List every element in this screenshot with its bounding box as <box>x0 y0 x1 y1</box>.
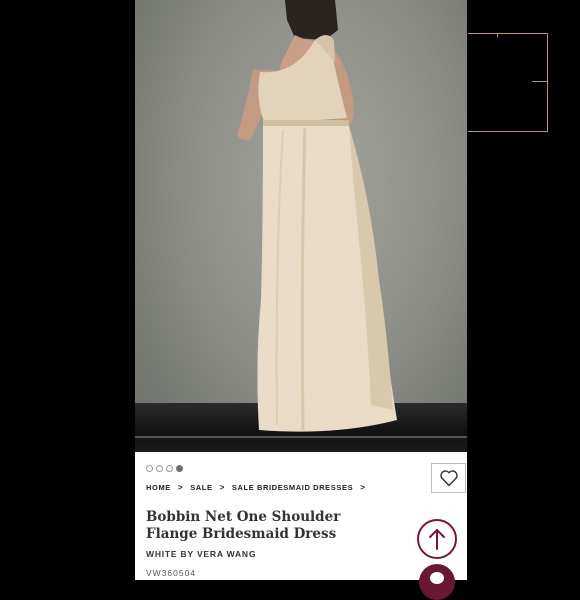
model-in-dress-image <box>237 0 397 432</box>
favorite-button[interactable] <box>431 463 466 493</box>
heart-outline-icon <box>439 470 458 487</box>
product-brand[interactable]: WHITE BY VERA WANG <box>146 549 256 559</box>
carousel-dot[interactable] <box>176 465 183 472</box>
gold-frame-decoration <box>468 33 548 132</box>
breadcrumb-separator: > <box>177 483 184 492</box>
breadcrumb-home[interactable]: HOME <box>146 483 171 492</box>
frame-line <box>468 33 547 34</box>
product-title: Bobbin Net One Shoulder Flange Bridesmai… <box>146 509 341 542</box>
chat-icon <box>430 572 444 584</box>
chat-button[interactable] <box>419 564 455 600</box>
breadcrumb-sale-bridesmaid-dresses[interactable]: SALE BRIDESMAID DRESSES <box>232 483 353 492</box>
carousel-dot[interactable] <box>156 465 163 472</box>
arrow-up-icon <box>429 529 445 550</box>
breadcrumb-separator: > <box>219 483 225 492</box>
frame-line <box>532 81 547 82</box>
product-info-panel: HOME > SALE > SALE BRIDESMAID DRESSES > … <box>135 452 467 580</box>
carousel-dot[interactable] <box>146 465 153 472</box>
frame-line <box>497 33 498 37</box>
carousel-dot[interactable] <box>166 465 173 472</box>
breadcrumb-sale[interactable]: SALE <box>190 483 212 492</box>
breadcrumb: HOME > SALE > SALE BRIDESMAID DRESSES > <box>146 483 372 492</box>
product-sku: VW360504 <box>146 568 197 578</box>
breadcrumb-separator: > <box>360 483 366 492</box>
scroll-to-top-button[interactable] <box>417 519 457 559</box>
frame-line <box>547 33 548 132</box>
frame-line <box>468 131 547 132</box>
product-image[interactable] <box>135 0 467 452</box>
carousel-indicator[interactable] <box>146 465 183 472</box>
